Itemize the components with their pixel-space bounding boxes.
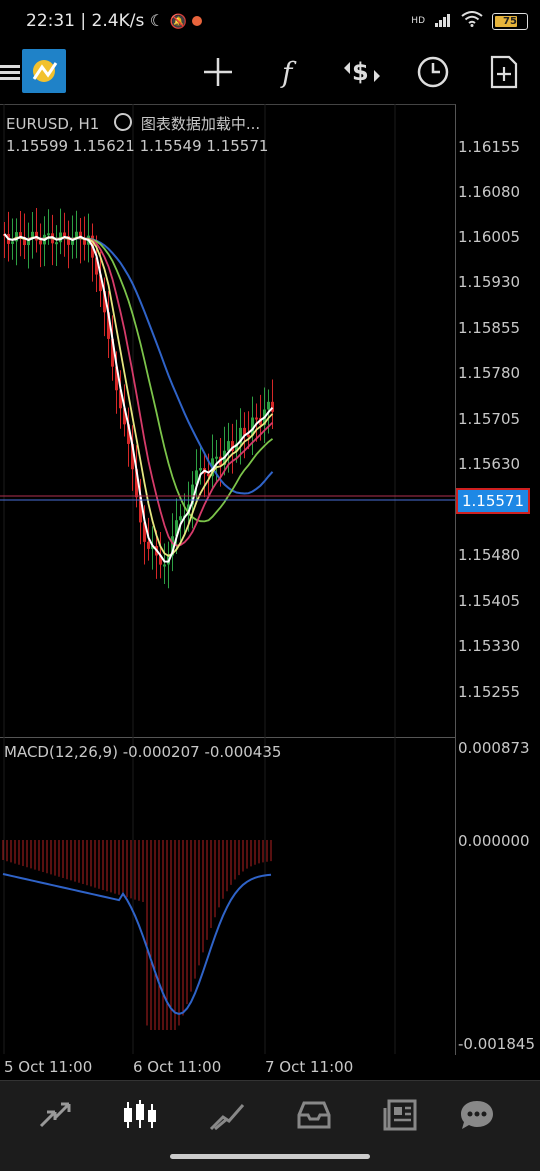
time-label: 6 Oct 11:00 bbox=[133, 1058, 222, 1076]
candle-body bbox=[147, 541, 150, 549]
candle-body bbox=[55, 242, 58, 245]
chart-toolbar: f $ bbox=[0, 40, 540, 104]
tab-news[interactable] bbox=[376, 1093, 426, 1137]
signal-icon bbox=[434, 12, 452, 31]
svg-text:$: $ bbox=[352, 58, 369, 86]
price-label: 1.16155 bbox=[458, 138, 521, 156]
macd-level: 0.000000 bbox=[458, 832, 530, 850]
price-chart-canvas[interactable] bbox=[0, 104, 455, 1054]
time-label: 7 Oct 11:00 bbox=[265, 1058, 354, 1076]
wifi-icon bbox=[461, 11, 483, 31]
candle-body bbox=[63, 232, 66, 237]
new-order-button[interactable] bbox=[480, 48, 528, 96]
candle-body bbox=[47, 233, 50, 236]
macd-level: -0.001845 bbox=[458, 1035, 535, 1053]
price-label: 1.16005 bbox=[458, 228, 521, 246]
network-type: HD bbox=[411, 15, 425, 26]
battery-icon: 75 bbox=[492, 12, 528, 30]
candle-body bbox=[247, 434, 250, 437]
bell-off-icon: 🔕 bbox=[169, 14, 187, 30]
price-label: 1.15405 bbox=[458, 592, 521, 610]
macd-signal-line bbox=[2, 873, 272, 1016]
price-label: 1.15330 bbox=[458, 637, 521, 655]
candle-body bbox=[199, 468, 202, 471]
time-label: 5 Oct 11:00 bbox=[4, 1058, 93, 1076]
symbol-button[interactable]: $ bbox=[338, 48, 386, 96]
price-label: 1.15480 bbox=[458, 546, 521, 564]
status-time: 22:31 | 2.4K/s ☾ 🔕 bbox=[26, 11, 203, 31]
moving-average-line bbox=[3, 233, 274, 547]
chat-bubble-icon bbox=[461, 1101, 493, 1129]
news-icon bbox=[383, 1099, 417, 1131]
clock-icon bbox=[417, 56, 449, 88]
candle-body bbox=[39, 240, 42, 245]
candle-body bbox=[255, 417, 258, 420]
inbox-icon bbox=[297, 1101, 331, 1129]
price-label: 1.16080 bbox=[458, 183, 521, 201]
moon-icon: ☾ bbox=[149, 11, 165, 30]
tab-history[interactable] bbox=[289, 1093, 339, 1137]
timeframe-button[interactable] bbox=[409, 48, 457, 96]
candle-body bbox=[215, 456, 218, 459]
quotes-arrows-icon bbox=[39, 1102, 71, 1128]
candle-body bbox=[179, 516, 182, 521]
tab-trade[interactable] bbox=[203, 1093, 253, 1137]
price-label: 1.15855 bbox=[458, 319, 521, 337]
price-label: 1.15705 bbox=[458, 410, 521, 428]
price-label: 1.15255 bbox=[458, 683, 521, 701]
dollar-arrows-icon: $ bbox=[344, 58, 380, 86]
loading-spinner-icon bbox=[114, 113, 133, 131]
chart-symbol: EURUSD, H1 图表数据加载中... bbox=[6, 113, 261, 133]
notification-dot-icon bbox=[192, 16, 203, 26]
trend-line-icon bbox=[209, 1104, 245, 1131]
crosshair-icon bbox=[204, 58, 232, 86]
status-bar: 22:31 | 2.4K/s ☾ 🔕 HD 75 bbox=[0, 0, 540, 40]
tab-chat[interactable] bbox=[452, 1093, 502, 1137]
candle-body bbox=[267, 401, 270, 410]
price-label: 1.15930 bbox=[458, 273, 521, 291]
current-price-tag: 1.15571 bbox=[456, 488, 530, 514]
price-label: 1.15630 bbox=[458, 455, 521, 473]
app-logo bbox=[22, 49, 66, 93]
ohlc-values: 1.15599 1.15621 1.15549 1.15571 bbox=[6, 137, 269, 155]
svg-text:f: f bbox=[280, 56, 297, 88]
candle-body bbox=[227, 441, 230, 451]
moving-average-line bbox=[3, 233, 274, 563]
new-document-icon bbox=[490, 55, 518, 89]
candle-body bbox=[11, 241, 14, 244]
function-icon: f bbox=[280, 56, 297, 88]
home-indicator bbox=[170, 1154, 370, 1159]
indicators-button[interactable]: f bbox=[266, 48, 314, 96]
candle-body bbox=[83, 239, 86, 245]
hamburger-icon bbox=[0, 65, 20, 80]
macd-level: 0.000873 bbox=[458, 739, 530, 757]
candlestick-icon bbox=[124, 1100, 156, 1128]
crosshair-button[interactable] bbox=[194, 48, 242, 96]
price-label: 1.15780 bbox=[458, 364, 521, 382]
metatrader-logo-icon bbox=[32, 60, 58, 82]
candle-body bbox=[163, 564, 166, 567]
tab-quotes[interactable] bbox=[30, 1093, 80, 1137]
macd-label: MACD(12,26,9) -0.000207 -0.000435 bbox=[4, 743, 282, 761]
moving-average-line bbox=[3, 233, 274, 557]
tab-chart[interactable] bbox=[115, 1093, 165, 1137]
